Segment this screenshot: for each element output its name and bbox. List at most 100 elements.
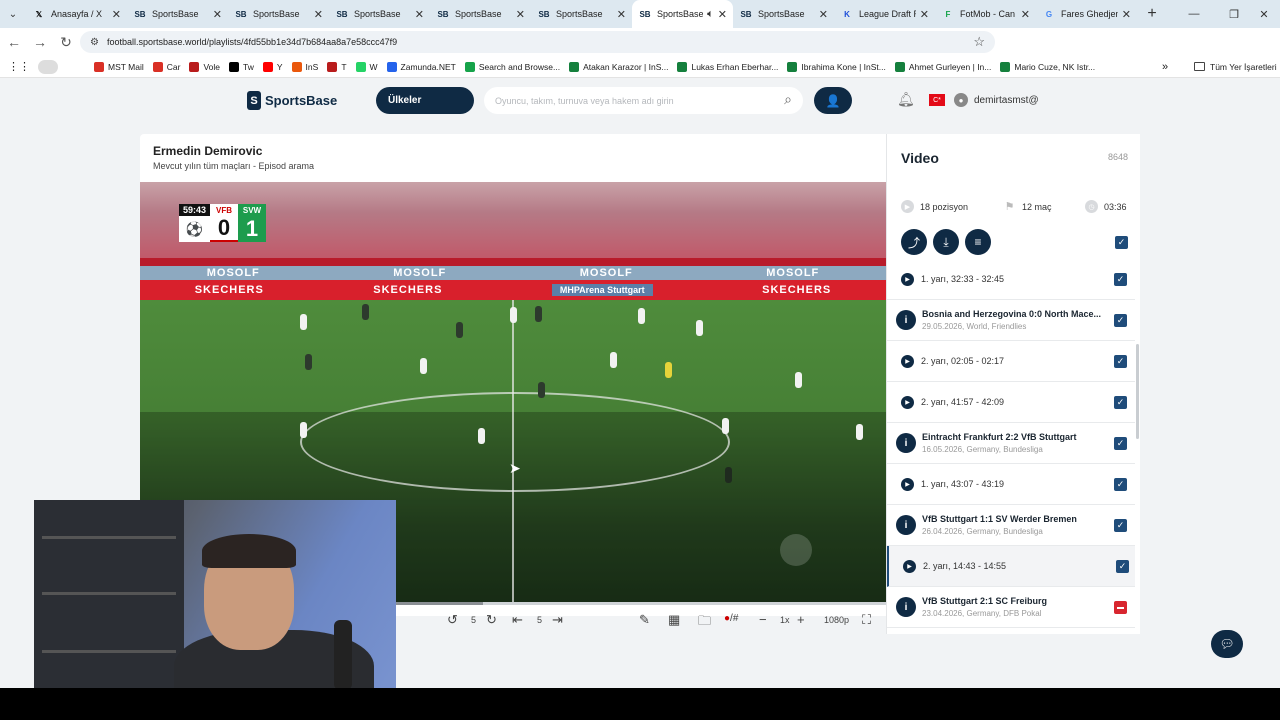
person-search-button[interactable]: 👤	[814, 87, 852, 114]
username[interactable]: demirtasmst@	[974, 95, 1039, 106]
chat-button[interactable]: 💬︎	[1211, 630, 1243, 658]
item-checkbox[interactable]: ✓	[1114, 396, 1127, 409]
tab-close-icon[interactable]: ✕	[1021, 8, 1030, 21]
search-input[interactable]: Oyuncu, takım, turnuva veya hakem adı gi…	[484, 87, 803, 114]
folder-icon[interactable]: 🗀	[698, 612, 711, 634]
panel-scrollbar[interactable]	[1136, 344, 1139, 439]
select-all-checkbox[interactable]: ✓	[1115, 236, 1128, 249]
tab-close-icon[interactable]: ✕	[718, 8, 727, 21]
play-icon[interactable]: ▶	[901, 478, 914, 491]
browser-tab[interactable]: SB SportsBase ✕	[430, 0, 531, 28]
bookmark-profile[interactable]	[38, 59, 58, 74]
tab-close-icon[interactable]: ✕	[415, 8, 424, 21]
close-window-icon[interactable]: ✕	[1244, 0, 1280, 28]
bookmark-item[interactable]: Search and Browse...	[464, 61, 560, 72]
bookmark-item[interactable]: Y	[262, 61, 283, 72]
forward-icon[interactable]: ↻	[486, 612, 497, 628]
marker-toggle[interactable]: ●/#	[724, 613, 738, 624]
browser-tab[interactable]: K League Draft R ✕	[834, 0, 935, 28]
tab-search-chevron-icon[interactable]: ⌄	[0, 9, 26, 20]
clip-row[interactable]: ▶ 1. yarı, 43:07 - 43:19 ✓	[887, 464, 1135, 505]
quality-selector[interactable]: 1080p	[824, 615, 849, 625]
item-checkbox[interactable]: ✓	[1114, 273, 1127, 286]
bookmark-item[interactable]: MST Mail	[94, 61, 144, 72]
browser-tab[interactable]: SB SportsBase ✕	[127, 0, 228, 28]
bookmark-item[interactable]: Vole	[189, 61, 220, 72]
user-icon[interactable]: ●	[954, 93, 968, 107]
site-info-icon[interactable]: ⚙	[90, 37, 99, 48]
browser-tab[interactable]: G Fares Ghedjem ✕	[1036, 0, 1137, 28]
item-checkbox[interactable]	[1114, 601, 1127, 614]
minus-icon[interactable]: −	[759, 612, 767, 627]
bookmark-item[interactable]: Lukas Erhan Eberhar...	[677, 61, 778, 72]
browser-tab[interactable]: SB SportsBase ✕	[733, 0, 834, 28]
bookmark-item[interactable]: Ibrahima Kone | InSt...	[787, 61, 886, 72]
info-icon[interactable]: i	[896, 433, 916, 453]
previous-icon[interactable]: ⇤	[512, 612, 523, 628]
info-icon[interactable]: i	[896, 597, 916, 617]
rewind-icon[interactable]: ↺	[447, 612, 458, 628]
list-options-button[interactable]: ≡	[965, 229, 991, 255]
next-icon[interactable]: ⇥	[552, 612, 563, 628]
tab-close-icon[interactable]: ✕	[112, 8, 121, 21]
item-checkbox[interactable]: ✓	[1114, 314, 1127, 327]
browser-tab[interactable]: SB SportsBase ✕	[531, 0, 632, 28]
url-field[interactable]: ⚙ football.sportsbase.world/playlists/4f…	[80, 31, 995, 53]
tab-close-icon[interactable]: ✕	[819, 8, 828, 21]
browser-tab[interactable]: SB SportsBase 🔈︎ ✕	[632, 0, 733, 28]
notification-bell-icon[interactable]: 🔔︎	[897, 91, 915, 108]
minimize-icon[interactable]: —	[1174, 0, 1214, 28]
tab-close-icon[interactable]: ✕	[617, 8, 626, 21]
info-icon[interactable]: i	[896, 310, 916, 330]
tab-close-icon[interactable]: ✕	[1122, 8, 1131, 21]
clip-row[interactable]: ▶ 2. yarı, 41:57 - 42:09 ✓	[887, 382, 1135, 423]
clip-row[interactable]: ▶ 2. yarı, 14:43 - 14:55 ✓	[887, 546, 1135, 587]
fullscreen-icon[interactable]: ⛶	[862, 612, 871, 628]
countries-button[interactable]: Ülkeler	[376, 87, 474, 114]
browser-tab[interactable]: F FotMob - Can ✕	[935, 0, 1036, 28]
screenshot-icon[interactable]: ▦	[668, 612, 680, 628]
play-icon[interactable]: ▶	[903, 560, 916, 573]
match-row[interactable]: i Eintracht Frankfurt 2:2 VfB Stuttgart 16…	[887, 423, 1135, 464]
bookmark-item[interactable]: Car	[152, 61, 180, 72]
match-row[interactable]: i VfB Stuttgart 2:1 SC Freiburg 23.04.2026…	[887, 587, 1135, 628]
turkish-flag-icon[interactable]: C*	[929, 94, 945, 106]
back-arrow-icon[interactable]: ←	[2, 34, 26, 50]
more-bookmarks-icon[interactable]: »	[1162, 61, 1168, 73]
all-bookmarks-link[interactable]: Tüm Yer İşaretleri	[1194, 62, 1277, 72]
info-icon[interactable]: i	[896, 515, 916, 535]
play-icon[interactable]: ▶	[901, 396, 914, 409]
search-icon[interactable]: ⌕	[784, 91, 792, 108]
match-row[interactable]: i VfB Stuttgart 1:1 SV Werder Bremen 26.04…	[887, 505, 1135, 546]
tab-close-icon[interactable]: ✕	[213, 8, 222, 21]
clip-row[interactable]: ▶ 1. yarı, 32:33 - 32:45 ✓	[887, 265, 1135, 300]
bookmark-item[interactable]: Tw	[229, 61, 254, 72]
tab-audio-icon[interactable]: 🔈︎	[707, 8, 714, 21]
play-icon[interactable]: ▶	[901, 273, 914, 286]
download-button[interactable]: ⤓	[933, 229, 959, 255]
item-checkbox[interactable]: ✓	[1116, 560, 1129, 573]
item-checkbox[interactable]: ✓	[1114, 478, 1127, 491]
bookmark-star-icon[interactable]: ☆	[973, 34, 985, 50]
clip-row[interactable]: ▶ 2. yarı, 02:05 - 02:17 ✓	[887, 341, 1135, 382]
bookmark-item[interactable]: Mario Cuze, NK Istr...	[1000, 61, 1095, 72]
apps-grid-icon[interactable]: ⋮⋮	[8, 60, 30, 73]
forward-arrow-icon[interactable]: →	[28, 34, 52, 50]
bookmark-item[interactable]: InS	[291, 61, 318, 72]
reload-icon[interactable]: ↻	[54, 34, 78, 51]
bookmark-item[interactable]: Ahmet Gurleyen | In...	[894, 61, 991, 72]
bookmark-item[interactable]: W	[355, 61, 378, 72]
bookmark-item[interactable]: T	[327, 61, 347, 72]
tab-close-icon[interactable]: ✕	[920, 8, 929, 21]
bookmark-item[interactable]: Atakan Karazor | InS...	[569, 61, 668, 72]
draw-pencil-icon[interactable]: ✎	[639, 612, 650, 628]
tab-close-icon[interactable]: ✕	[516, 8, 525, 21]
browser-tab[interactable]: SB SportsBase ✕	[228, 0, 329, 28]
tab-close-icon[interactable]: ✕	[314, 8, 323, 21]
play-icon[interactable]: ▶	[901, 355, 914, 368]
new-tab-plus-icon[interactable]: +	[1137, 5, 1167, 23]
item-checkbox[interactable]: ✓	[1114, 437, 1127, 450]
browser-tab[interactable]: SB SportsBase ✕	[329, 0, 430, 28]
item-checkbox[interactable]: ✓	[1114, 519, 1127, 532]
sportsbase-logo[interactable]: S SportsBase	[247, 91, 337, 110]
